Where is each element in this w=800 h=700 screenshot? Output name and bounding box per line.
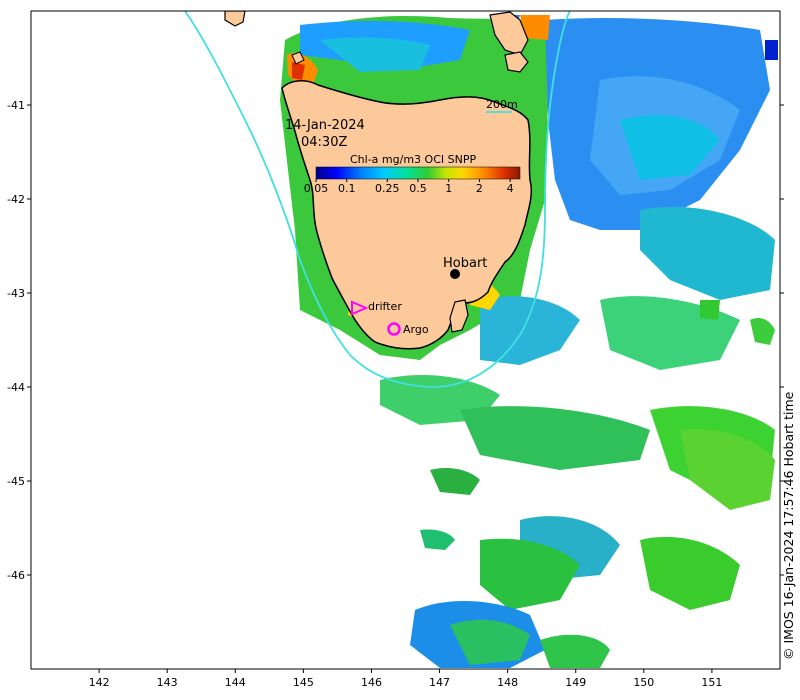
y-tick-label: -46: [7, 569, 25, 582]
colorbar-tick-label: 0.25: [375, 182, 400, 195]
argo-label: Argo: [403, 323, 429, 336]
colorbar-title: Chl-a mg/m3 OCI SNPP: [350, 153, 476, 166]
colorbar-tick-label: 0.5: [409, 182, 427, 195]
chlorophyll-map: 142 143 144 145 146 147 148 149 150 151 -41-42-43…: [7, 10, 784, 689]
drifter-label: drifter: [368, 300, 402, 313]
y-tick-label: -44: [7, 381, 25, 394]
x-tick-label: 146: [361, 676, 382, 689]
credit-text: © IMOS 16-Jan-2024 17:57:46 Hobart time: [781, 391, 796, 660]
x-axis: 142 143 144 145 146 147 148 149 150 151: [89, 669, 722, 689]
map-date: 14-Jan-2024: [285, 118, 365, 133]
map-time: 04:30Z: [301, 135, 347, 150]
isobath-label: 200m: [486, 98, 518, 111]
x-tick-label: 148: [497, 676, 518, 689]
colorbar-gradient: [315, 166, 521, 180]
y-tick-label: -45: [7, 475, 25, 488]
x-tick-label: 145: [293, 676, 314, 689]
colorbar-tick-label: 4: [507, 182, 514, 195]
colorbar-tick-label: 0.1: [338, 182, 356, 195]
x-tick-label: 144: [225, 676, 246, 689]
x-tick-label: 151: [701, 676, 722, 689]
x-tick-label: 149: [565, 676, 586, 689]
x-tick-label: 147: [429, 676, 450, 689]
y-tick-label: -43: [7, 287, 25, 300]
x-tick-label: 142: [89, 676, 110, 689]
y-tick-label: -42: [7, 193, 25, 206]
x-tick-label: 150: [633, 676, 654, 689]
colorbar-tick-label: 2: [476, 182, 483, 195]
colorbar-tick-label: 1: [445, 182, 452, 195]
y-tick-label: -41: [7, 99, 25, 112]
colorbar-tick-label: 0.05: [304, 182, 329, 195]
x-tick-label: 143: [157, 676, 178, 689]
hobart-label: Hobart: [443, 256, 487, 271]
